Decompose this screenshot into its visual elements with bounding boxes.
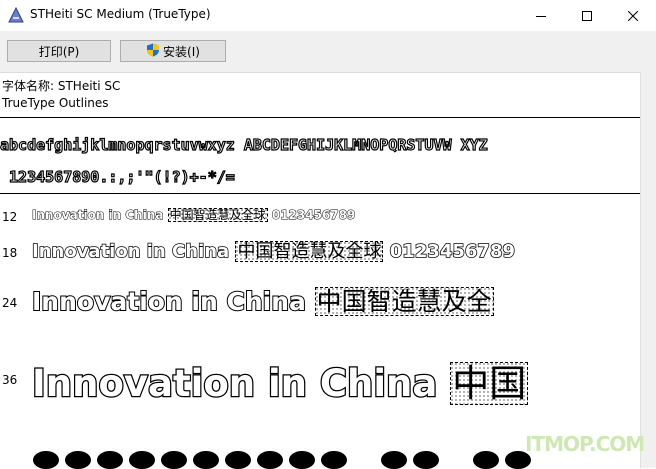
size-label-36: 36 (2, 373, 18, 387)
font-name-line: 字体名称: STHeiti SC (2, 79, 121, 93)
charset-digits-punctuation: 1234567890.:,;'"(!?)+-*/= (0, 167, 235, 186)
sample-digits: 0123456789 (271, 208, 356, 223)
sample-row-12: Innovation in China 中国智造慧及全球 0123456789 (31, 206, 356, 223)
minimize-button[interactable] (518, 0, 564, 31)
sample-cjk: 中国 (450, 362, 529, 405)
window-title: STHeiti SC Medium (TrueType) (30, 7, 211, 21)
sample-latin: Innovation in China (31, 240, 230, 263)
sample-row-36: Innovation in China 中国 (31, 353, 529, 407)
sample-cjk: 中国智造慧及全球 (235, 241, 384, 262)
install-button[interactable]: 安装(I) (120, 40, 226, 62)
title-bar[interactable]: STHeiti SC Medium (TrueType) (0, 0, 656, 31)
sample-latin: Innovation in China (31, 286, 307, 317)
divider-bottom (0, 193, 640, 194)
sample-row-18: Innovation in China 中国智造慧及全球 0123456789 (31, 237, 516, 263)
sample-cjk: 中国智造慧及全 (314, 287, 494, 316)
install-button-label: 安装(I) (163, 44, 200, 59)
sample-latin: Innovation in China (31, 361, 439, 407)
print-button-label: 打印(P) (38, 44, 80, 59)
watermark-text: ITMOP.COM (525, 432, 645, 456)
size-label-18: 18 (2, 246, 18, 260)
size-label-24: 24 (2, 296, 18, 310)
shield-icon (146, 43, 160, 60)
minimize-icon (536, 15, 546, 17)
font-type-line: TrueType Outlines (2, 96, 109, 110)
maximize-icon (582, 10, 592, 21)
font-file-icon (8, 6, 24, 23)
close-icon (628, 10, 638, 21)
charset-lowercase-uppercase: abcdefghijklmnopqrstuvwxyz ABCDEFGHIJKLM… (0, 135, 488, 154)
sample-digits: 0123456789 (389, 240, 516, 263)
print-button[interactable]: 打印(P) (7, 40, 111, 62)
toolbar: 打印(P) 安装(I) (0, 31, 656, 72)
sample-latin: Innovation in China (31, 208, 164, 223)
sample-cjk: 中国智造慧及全球 (167, 208, 268, 222)
maximize-button[interactable] (564, 0, 610, 31)
divider-top (0, 117, 640, 118)
vertical-scrollbar[interactable] (640, 72, 656, 468)
sample-row-24: Innovation in China 中国智造慧及全 (31, 282, 494, 318)
close-button[interactable] (610, 0, 656, 31)
font-preview-pane[interactable]: 字体名称: STHeiti SC TrueType Outlines abcde… (0, 72, 640, 469)
size-label-12: 12 (2, 210, 18, 224)
